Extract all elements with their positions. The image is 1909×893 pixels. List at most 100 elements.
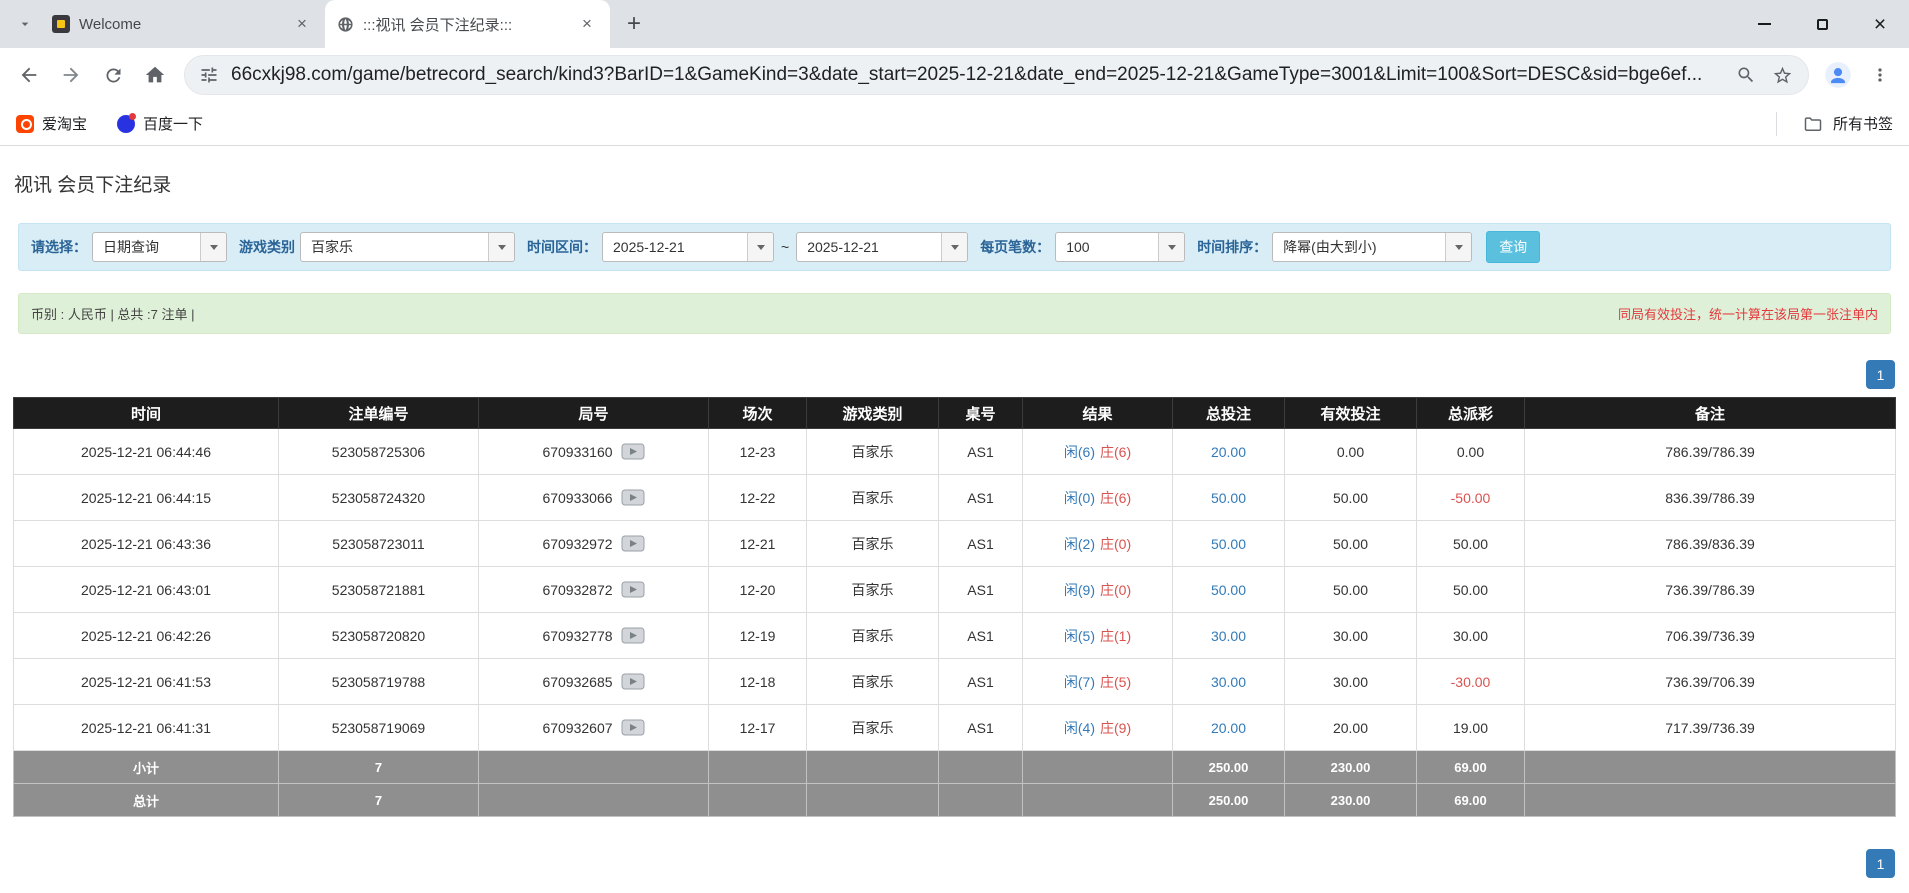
cell-game: 百家乐 (807, 659, 939, 705)
tab-welcome[interactable]: Welcome × (40, 0, 325, 48)
window-minimize-button[interactable] (1735, 0, 1793, 48)
window-close-button[interactable]: × (1851, 0, 1909, 48)
cell-total-bet: 20.00 (1173, 429, 1285, 475)
cell-game: 百家乐 (807, 521, 939, 567)
tab-bet-records[interactable]: :::视讯 会员下注纪录::: × (325, 0, 610, 48)
result-banker: 庄(0) (1100, 536, 1131, 552)
replay-video-button[interactable] (621, 719, 645, 736)
subtotal-total-bet: 250.00 (1173, 751, 1285, 784)
total-bet-link[interactable]: 30.00 (1211, 674, 1246, 690)
tab-close-icon[interactable]: × (576, 13, 598, 35)
result-banker: 庄(0) (1100, 582, 1131, 598)
refresh-button[interactable] (92, 54, 134, 96)
page-size-label: 每页笔数： (980, 237, 1050, 257)
cell-bet-id: 523058719069 (279, 705, 479, 751)
close-icon: × (1874, 14, 1886, 35)
replay-video-button[interactable] (621, 489, 645, 506)
window-controls: × (1735, 0, 1909, 48)
query-type-select[interactable]: 日期查询 (92, 232, 227, 262)
new-tab-button[interactable]: + (618, 8, 650, 40)
select-label: 请选择： (31, 237, 87, 257)
cell-valid-bet: 50.00 (1285, 567, 1417, 613)
browser-menu-button[interactable] (1859, 54, 1901, 96)
cell-total-bet: 50.00 (1173, 567, 1285, 613)
search-button[interactable]: 查询 (1486, 231, 1540, 263)
cell-result: 闲(7)庄(5) (1023, 659, 1173, 705)
profile-avatar-icon (1824, 61, 1852, 89)
cell-table-no: AS1 (939, 521, 1023, 567)
page-number-button[interactable]: 1 (1866, 360, 1895, 389)
folder-icon (1803, 114, 1823, 134)
window-maximize-button[interactable] (1793, 0, 1851, 48)
site-settings-icon[interactable] (199, 65, 219, 85)
all-bookmarks-button[interactable]: 所有书签 (1776, 112, 1893, 136)
total-count: 7 (279, 784, 479, 817)
page-size-value: 100 (1056, 239, 1158, 255)
url-text[interactable]: 66cxkj98.com/game/betrecord_search/kind3… (231, 64, 1728, 86)
cell-session: 12-18 (709, 659, 807, 705)
forward-button[interactable] (50, 54, 92, 96)
page-number-button[interactable]: 1 (1866, 849, 1895, 878)
cell-empty (939, 751, 1023, 784)
bookmark-aitaobao[interactable]: 爱淘宝 (16, 113, 87, 134)
date-start-select[interactable]: 2025-12-21 (602, 232, 774, 262)
cell-time: 2025-12-21 06:44:15 (14, 475, 279, 521)
table-header-row: 时间 注单编号 局号 场次 游戏类别 桌号 结果 总投注 有效投注 总派彩 备注 (14, 398, 1896, 429)
replay-video-button[interactable] (621, 673, 645, 690)
result-player: 闲(5) (1064, 628, 1095, 644)
back-button[interactable] (8, 54, 50, 96)
total-bet-link[interactable]: 20.00 (1211, 720, 1246, 736)
game-category-select[interactable]: 百家乐 (300, 232, 515, 262)
total-bet-link[interactable]: 30.00 (1211, 628, 1246, 644)
cell-valid-bet: 30.00 (1285, 659, 1417, 705)
subtotal-count: 7 (279, 751, 479, 784)
bookmark-label: 百度一下 (143, 113, 203, 134)
table-row: 2025-12-21 06:43:36 523058723011 6709329… (14, 521, 1896, 567)
cell-bet-id: 523058719788 (279, 659, 479, 705)
tab-title: :::视讯 会员下注纪录::: (363, 14, 567, 35)
sort-select[interactable]: 降幂(由大到小) (1272, 232, 1472, 262)
cell-session: 12-22 (709, 475, 807, 521)
replay-video-icon (621, 673, 645, 690)
date-end-select[interactable]: 2025-12-21 (796, 232, 968, 262)
zoom-button[interactable] (1728, 57, 1764, 93)
cell-result: 闲(4)庄(9) (1023, 705, 1173, 751)
replay-video-button[interactable] (621, 627, 645, 644)
tab-search-button[interactable] (10, 9, 40, 39)
replay-video-button[interactable] (621, 581, 645, 598)
result-player: 闲(9) (1064, 582, 1095, 598)
table-row: 2025-12-21 06:43:01 523058721881 6709328… (14, 567, 1896, 613)
result-banker: 庄(9) (1100, 720, 1131, 736)
cell-payout: 30.00 (1417, 613, 1525, 659)
filter-bar: 请选择： 日期查询 游戏类别 百家乐 时间区间： 2025-12-21 ~ 20… (18, 223, 1891, 271)
page-size-select[interactable]: 100 (1055, 232, 1185, 262)
cell-game: 百家乐 (807, 705, 939, 751)
home-button[interactable] (134, 54, 176, 96)
cell-total-bet: 50.00 (1173, 521, 1285, 567)
cell-result: 闲(5)庄(1) (1023, 613, 1173, 659)
cell-round: 670932778 (479, 613, 709, 659)
total-bet-link[interactable]: 50.00 (1211, 582, 1246, 598)
bookmark-star-button[interactable] (1764, 57, 1800, 93)
replay-video-button[interactable] (621, 443, 645, 460)
cell-game: 百家乐 (807, 613, 939, 659)
total-bet-link[interactable]: 50.00 (1211, 536, 1246, 552)
cell-valid-bet: 0.00 (1285, 429, 1417, 475)
game-category-value: 百家乐 (301, 237, 488, 257)
select-caret-icon (1445, 233, 1471, 261)
total-bet-link[interactable]: 20.00 (1211, 444, 1246, 460)
address-bar[interactable]: 66cxkj98.com/game/betrecord_search/kind3… (184, 55, 1809, 95)
maximize-icon (1817, 19, 1828, 30)
cell-empty (1023, 784, 1173, 817)
cell-result: 闲(0)庄(6) (1023, 475, 1173, 521)
table-row: 2025-12-21 06:41:31 523058719069 6709326… (14, 705, 1896, 751)
cell-time: 2025-12-21 06:41:31 (14, 705, 279, 751)
total-bet-link[interactable]: 50.00 (1211, 490, 1246, 506)
tab-close-icon[interactable]: × (291, 13, 313, 35)
cell-time: 2025-12-21 06:43:36 (14, 521, 279, 567)
profile-button[interactable] (1817, 54, 1859, 96)
replay-video-button[interactable] (621, 535, 645, 552)
bookmark-baidu[interactable]: 百度一下 (117, 113, 203, 134)
cell-payout: 50.00 (1417, 567, 1525, 613)
cell-total-bet: 30.00 (1173, 613, 1285, 659)
